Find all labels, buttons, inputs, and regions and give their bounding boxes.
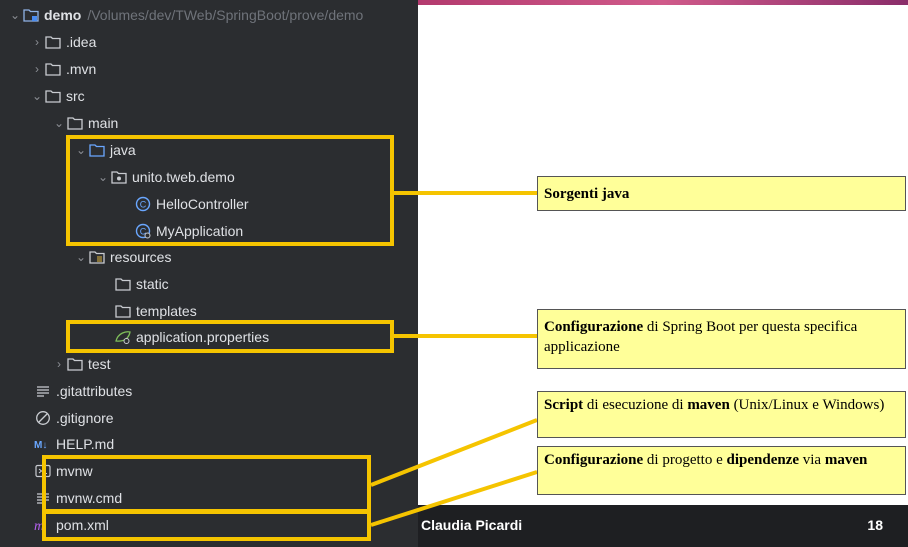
connector-script [370, 418, 538, 487]
callout-script-rest: (Unix/Linux e Windows) [729, 397, 885, 413]
callout-script-bold2: maven [687, 397, 730, 413]
callout-script-bold1: Script [544, 397, 584, 413]
callout-pom-mid1: di progetto e [643, 452, 727, 468]
callout-config: Configurazione di Spring Boot per questa… [537, 309, 906, 369]
callout-script-mid: di esecuzione di [583, 397, 688, 413]
callout-java-sources: Sorgenti java [537, 176, 906, 211]
callout-java-text: Sorgenti java [544, 186, 630, 202]
callout-config-bold: Configurazione [544, 319, 644, 335]
callout-script: Script di esecuzione di maven (Unix/Linu… [537, 391, 906, 438]
callout-pom: Configurazione di progetto e dipendenze … [537, 446, 906, 495]
callout-pom-bold3: maven [824, 452, 868, 468]
callout-pom-bold2: dipendenze [726, 452, 800, 468]
callout-pom-bold1: Configurazione [544, 452, 644, 468]
callout-pom-mid2: via [799, 452, 825, 468]
connector-pom [370, 470, 538, 527]
